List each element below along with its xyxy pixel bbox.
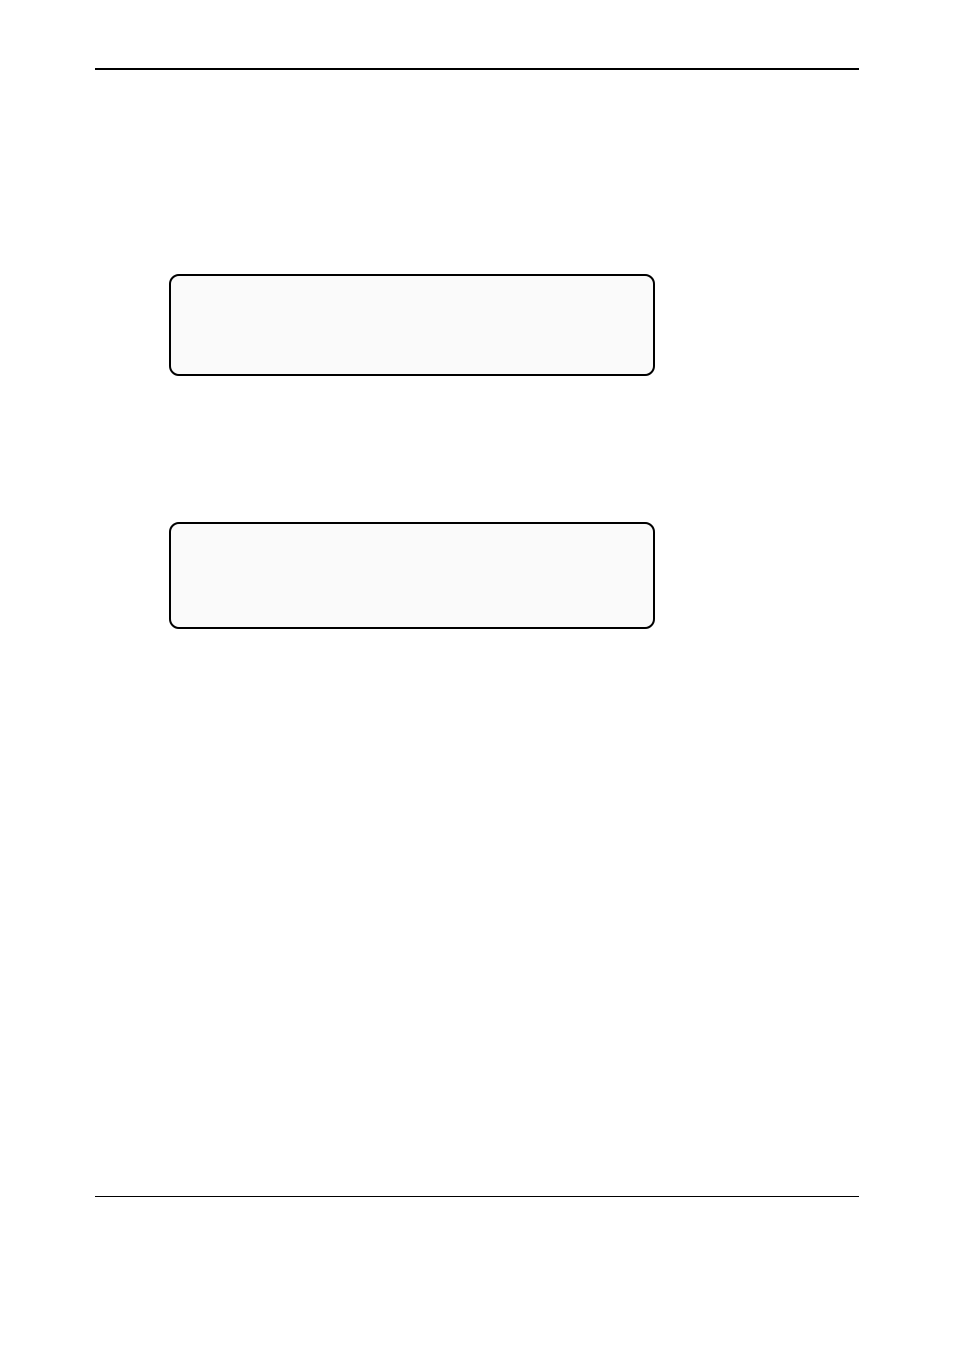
document-page: [0, 0, 954, 1350]
top-horizontal-rule: [95, 68, 859, 70]
bottom-horizontal-rule: [95, 1196, 859, 1197]
rounded-box-1: [169, 274, 655, 376]
rounded-box-2: [169, 522, 655, 629]
